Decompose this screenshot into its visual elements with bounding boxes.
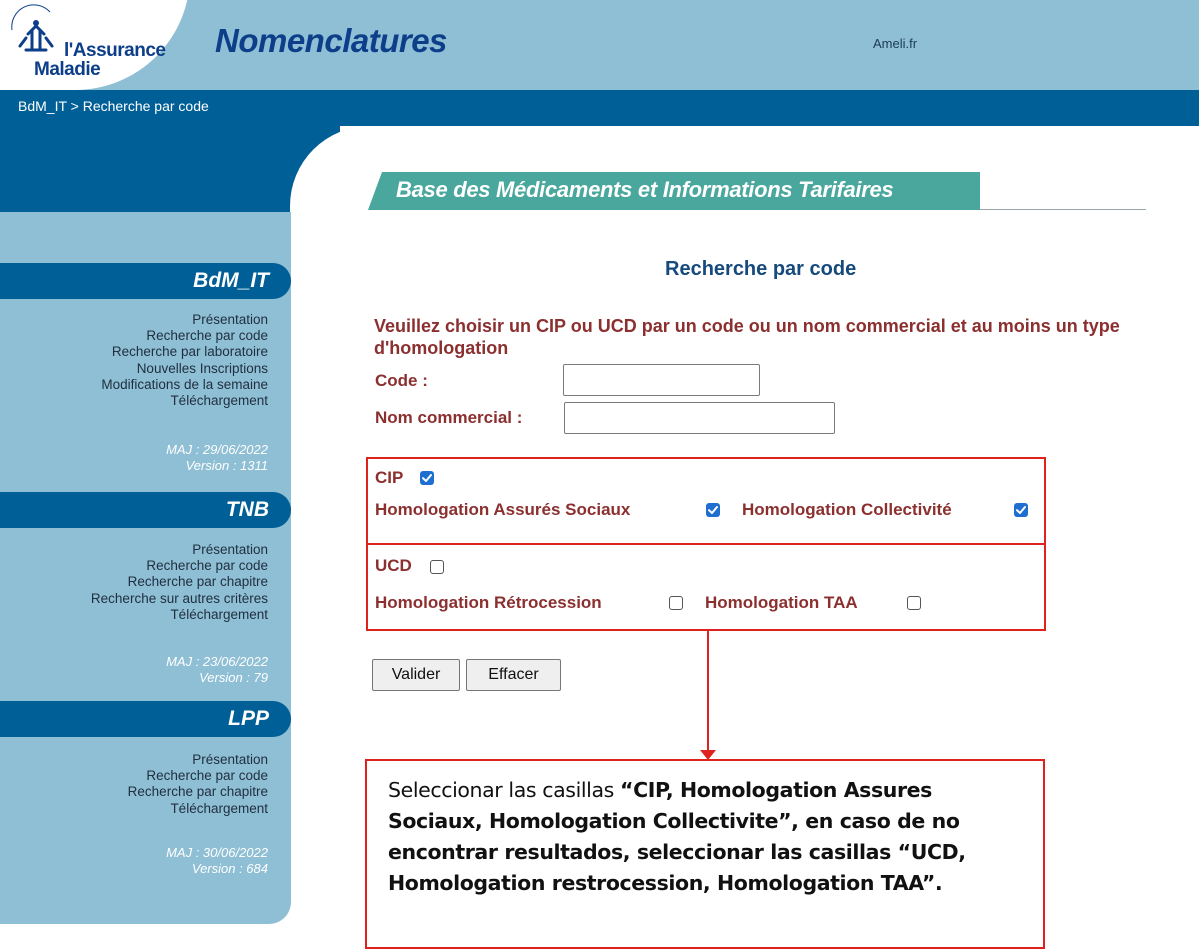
sidebar-top-band bbox=[0, 126, 340, 216]
assurance-maladie-logo[interactable]: l'Assurance Maladie bbox=[6, 4, 176, 86]
valider-button[interactable]: Valider bbox=[372, 659, 460, 691]
sidebar-item-recherche-par-laboratoire[interactable]: Recherche par laboratoire bbox=[101, 344, 268, 360]
sidebar-section-lpp: LPP bbox=[0, 701, 291, 737]
checkmark-icon bbox=[422, 474, 432, 482]
sidebar-item-telechargement[interactable]: Téléchargement bbox=[128, 801, 268, 817]
sidebar-item-recherche-par-chapitre[interactable]: Recherche par chapitre bbox=[91, 574, 268, 590]
maj-date: MAJ : 29/06/2022 bbox=[166, 442, 268, 457]
nom-commercial-label: Nom commercial : bbox=[375, 408, 523, 427]
sidebar-maj-bdm-it: MAJ : 29/06/2022 Version : 1311 bbox=[166, 442, 268, 474]
breadcrumb: BdM_IT > Recherche par code bbox=[18, 98, 209, 114]
annotation-text-plain: Seleccionar las casillas bbox=[388, 778, 621, 802]
sidebar-item-recherche-par-chapitre[interactable]: Recherche par chapitre bbox=[128, 784, 268, 800]
ucd-label: UCD bbox=[375, 556, 412, 575]
effacer-button[interactable]: Effacer bbox=[466, 659, 561, 691]
checkmark-icon bbox=[708, 506, 718, 514]
sidebar-item-telechargement[interactable]: Téléchargement bbox=[101, 393, 268, 409]
homologation-collectivite-checkbox[interactable] bbox=[1014, 503, 1028, 517]
homologation-assures-checkbox[interactable] bbox=[706, 503, 720, 517]
maj-version: Version : 684 bbox=[191, 861, 268, 876]
sidebar: BdM_IT Présentation Recherche par code R… bbox=[0, 212, 291, 924]
sidebar-item-recherche-par-code[interactable]: Recherche par code bbox=[128, 768, 268, 784]
assurance-maladie-emblem-icon bbox=[11, 4, 54, 52]
ucd-group-box bbox=[366, 543, 1046, 631]
homologation-retrocession-label: Homologation Rétrocession bbox=[375, 593, 602, 612]
sidebar-item-presentation[interactable]: Présentation bbox=[91, 542, 268, 558]
sidebar-item-presentation[interactable]: Présentation bbox=[101, 312, 268, 328]
sidebar-links-bdm-it: Présentation Recherche par code Recherch… bbox=[101, 312, 268, 409]
sidebar-maj-tnb: MAJ : 23/06/2022 Version : 79 bbox=[166, 654, 268, 686]
checkmark-icon bbox=[1016, 506, 1026, 514]
cip-checkbox[interactable] bbox=[420, 471, 434, 485]
sidebar-links-lpp: Présentation Recherche par code Recherch… bbox=[128, 752, 268, 817]
ucd-checkbox[interactable] bbox=[430, 560, 444, 574]
homologation-collectivite-label: Homologation Collectivité bbox=[742, 500, 952, 519]
app-title: Nomenclatures bbox=[215, 22, 447, 59]
code-input[interactable] bbox=[563, 364, 760, 396]
banner-title: Base des Médicaments et Informations Tar… bbox=[396, 177, 894, 202]
annotation-connector bbox=[707, 630, 709, 752]
sidebar-links-tnb: Présentation Recherche par code Recherch… bbox=[91, 542, 268, 623]
sidebar-item-recherche-par-code[interactable]: Recherche par code bbox=[101, 328, 268, 344]
maj-version: Version : 1311 bbox=[185, 458, 268, 473]
sidebar-item-nouvelles-inscriptions[interactable]: Nouvelles Inscriptions bbox=[101, 361, 268, 377]
sidebar-item-presentation[interactable]: Présentation bbox=[128, 752, 268, 768]
sidebar-item-telechargement[interactable]: Téléchargement bbox=[91, 607, 268, 623]
logo-text-maladie: Maladie bbox=[34, 59, 101, 80]
maj-version: Version : 79 bbox=[199, 670, 268, 685]
maj-date: MAJ : 23/06/2022 bbox=[166, 654, 268, 669]
instruction-text: Veuillez choisir un CIP ou UCD par un co… bbox=[374, 316, 1120, 358]
breadcrumb-bar: BdM_IT > Recherche par code bbox=[0, 90, 1199, 126]
homologation-assures-label: Homologation Assurés Sociaux bbox=[375, 500, 631, 519]
sidebar-item-modifications-semaine[interactable]: Modifications de la semaine bbox=[101, 377, 268, 393]
maj-date: MAJ : 30/06/2022 bbox=[166, 845, 268, 860]
code-label: Code : bbox=[375, 371, 428, 390]
page-title: Recherche par code bbox=[665, 258, 857, 280]
annotation-text: Seleccionar las casillas “CIP, Homologat… bbox=[388, 775, 1018, 899]
banner-divider bbox=[980, 209, 1146, 210]
sidebar-section-tnb: TNB bbox=[0, 492, 291, 528]
nom-commercial-input[interactable] bbox=[564, 402, 835, 434]
sidebar-section-bdm-it: BdM_IT bbox=[0, 263, 291, 299]
homologation-taa-checkbox[interactable] bbox=[907, 596, 921, 610]
cip-label: CIP bbox=[375, 468, 404, 487]
ameli-link[interactable]: Ameli.fr bbox=[873, 36, 917, 51]
homologation-retrocession-checkbox[interactable] bbox=[669, 596, 683, 610]
sidebar-item-recherche-autres-criteres[interactable]: Recherche sur autres critères bbox=[91, 591, 268, 607]
sidebar-item-recherche-par-code[interactable]: Recherche par code bbox=[91, 558, 268, 574]
homologation-taa-label: Homologation TAA bbox=[705, 593, 858, 612]
sidebar-maj-lpp: MAJ : 30/06/2022 Version : 684 bbox=[166, 845, 268, 877]
annotation-callout: Seleccionar las casillas “CIP, Homologat… bbox=[365, 759, 1045, 949]
